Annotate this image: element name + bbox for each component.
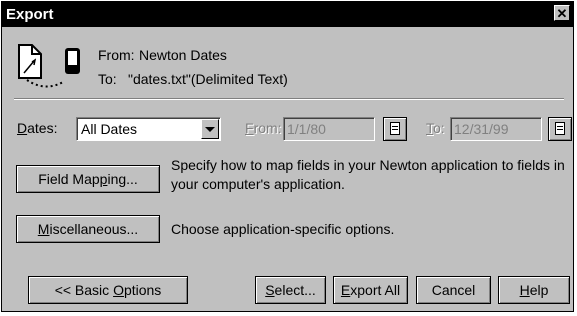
select-button[interactable]: Select... [255,276,326,304]
field-mapping-button[interactable]: Field Mapping... [16,165,160,193]
from-label: From: [98,47,135,63]
to-date-label: To: [426,120,445,136]
from-value: Newton Dates [139,47,227,63]
title-bar: Export ✕ [2,2,573,27]
help-button[interactable]: Help [498,276,570,304]
to-date-field[interactable]: 12/31/99 [450,117,542,141]
to-date-calendar-button[interactable] [548,117,572,141]
to-label: To: [98,71,117,87]
newton-to-document-transfer-icon [18,44,80,88]
miscellaneous-button[interactable]: Miscellaneous... [16,215,160,243]
cancel-button[interactable]: Cancel [416,276,491,304]
chevron-down-icon [205,127,215,132]
divider-top [14,98,564,100]
field-mapping-description-line2: your computer's application. [171,176,345,192]
from-date-calendar-button[interactable] [383,117,407,141]
from-date-label: From: [245,120,282,136]
calendar-icon [555,122,565,135]
from-date-field[interactable]: 1/1/80 [283,117,375,141]
field-mapping-description-line1: Specify how to map fields in your Newton… [171,157,565,173]
dialog-title: Export [6,6,54,23]
export-dialog: Export ✕ From: Newton Dates To: "dates.t… [1,1,574,312]
dates-label: Dates: [17,120,58,136]
basic-options-button[interactable]: << Basic Options [28,276,188,304]
close-button[interactable]: ✕ [554,5,570,21]
calendar-icon [390,122,400,135]
dates-dropdown-button[interactable] [201,119,219,139]
miscellaneous-description: Choose application-specific options. [171,221,395,237]
to-value: "dates.txt"(Delimited Text) [128,71,288,87]
dates-selected-value: All Dates [81,121,138,137]
dates-dropdown[interactable]: All Dates [76,117,221,141]
close-icon: ✕ [556,6,568,21]
export-all-button[interactable]: Export All [333,276,408,304]
